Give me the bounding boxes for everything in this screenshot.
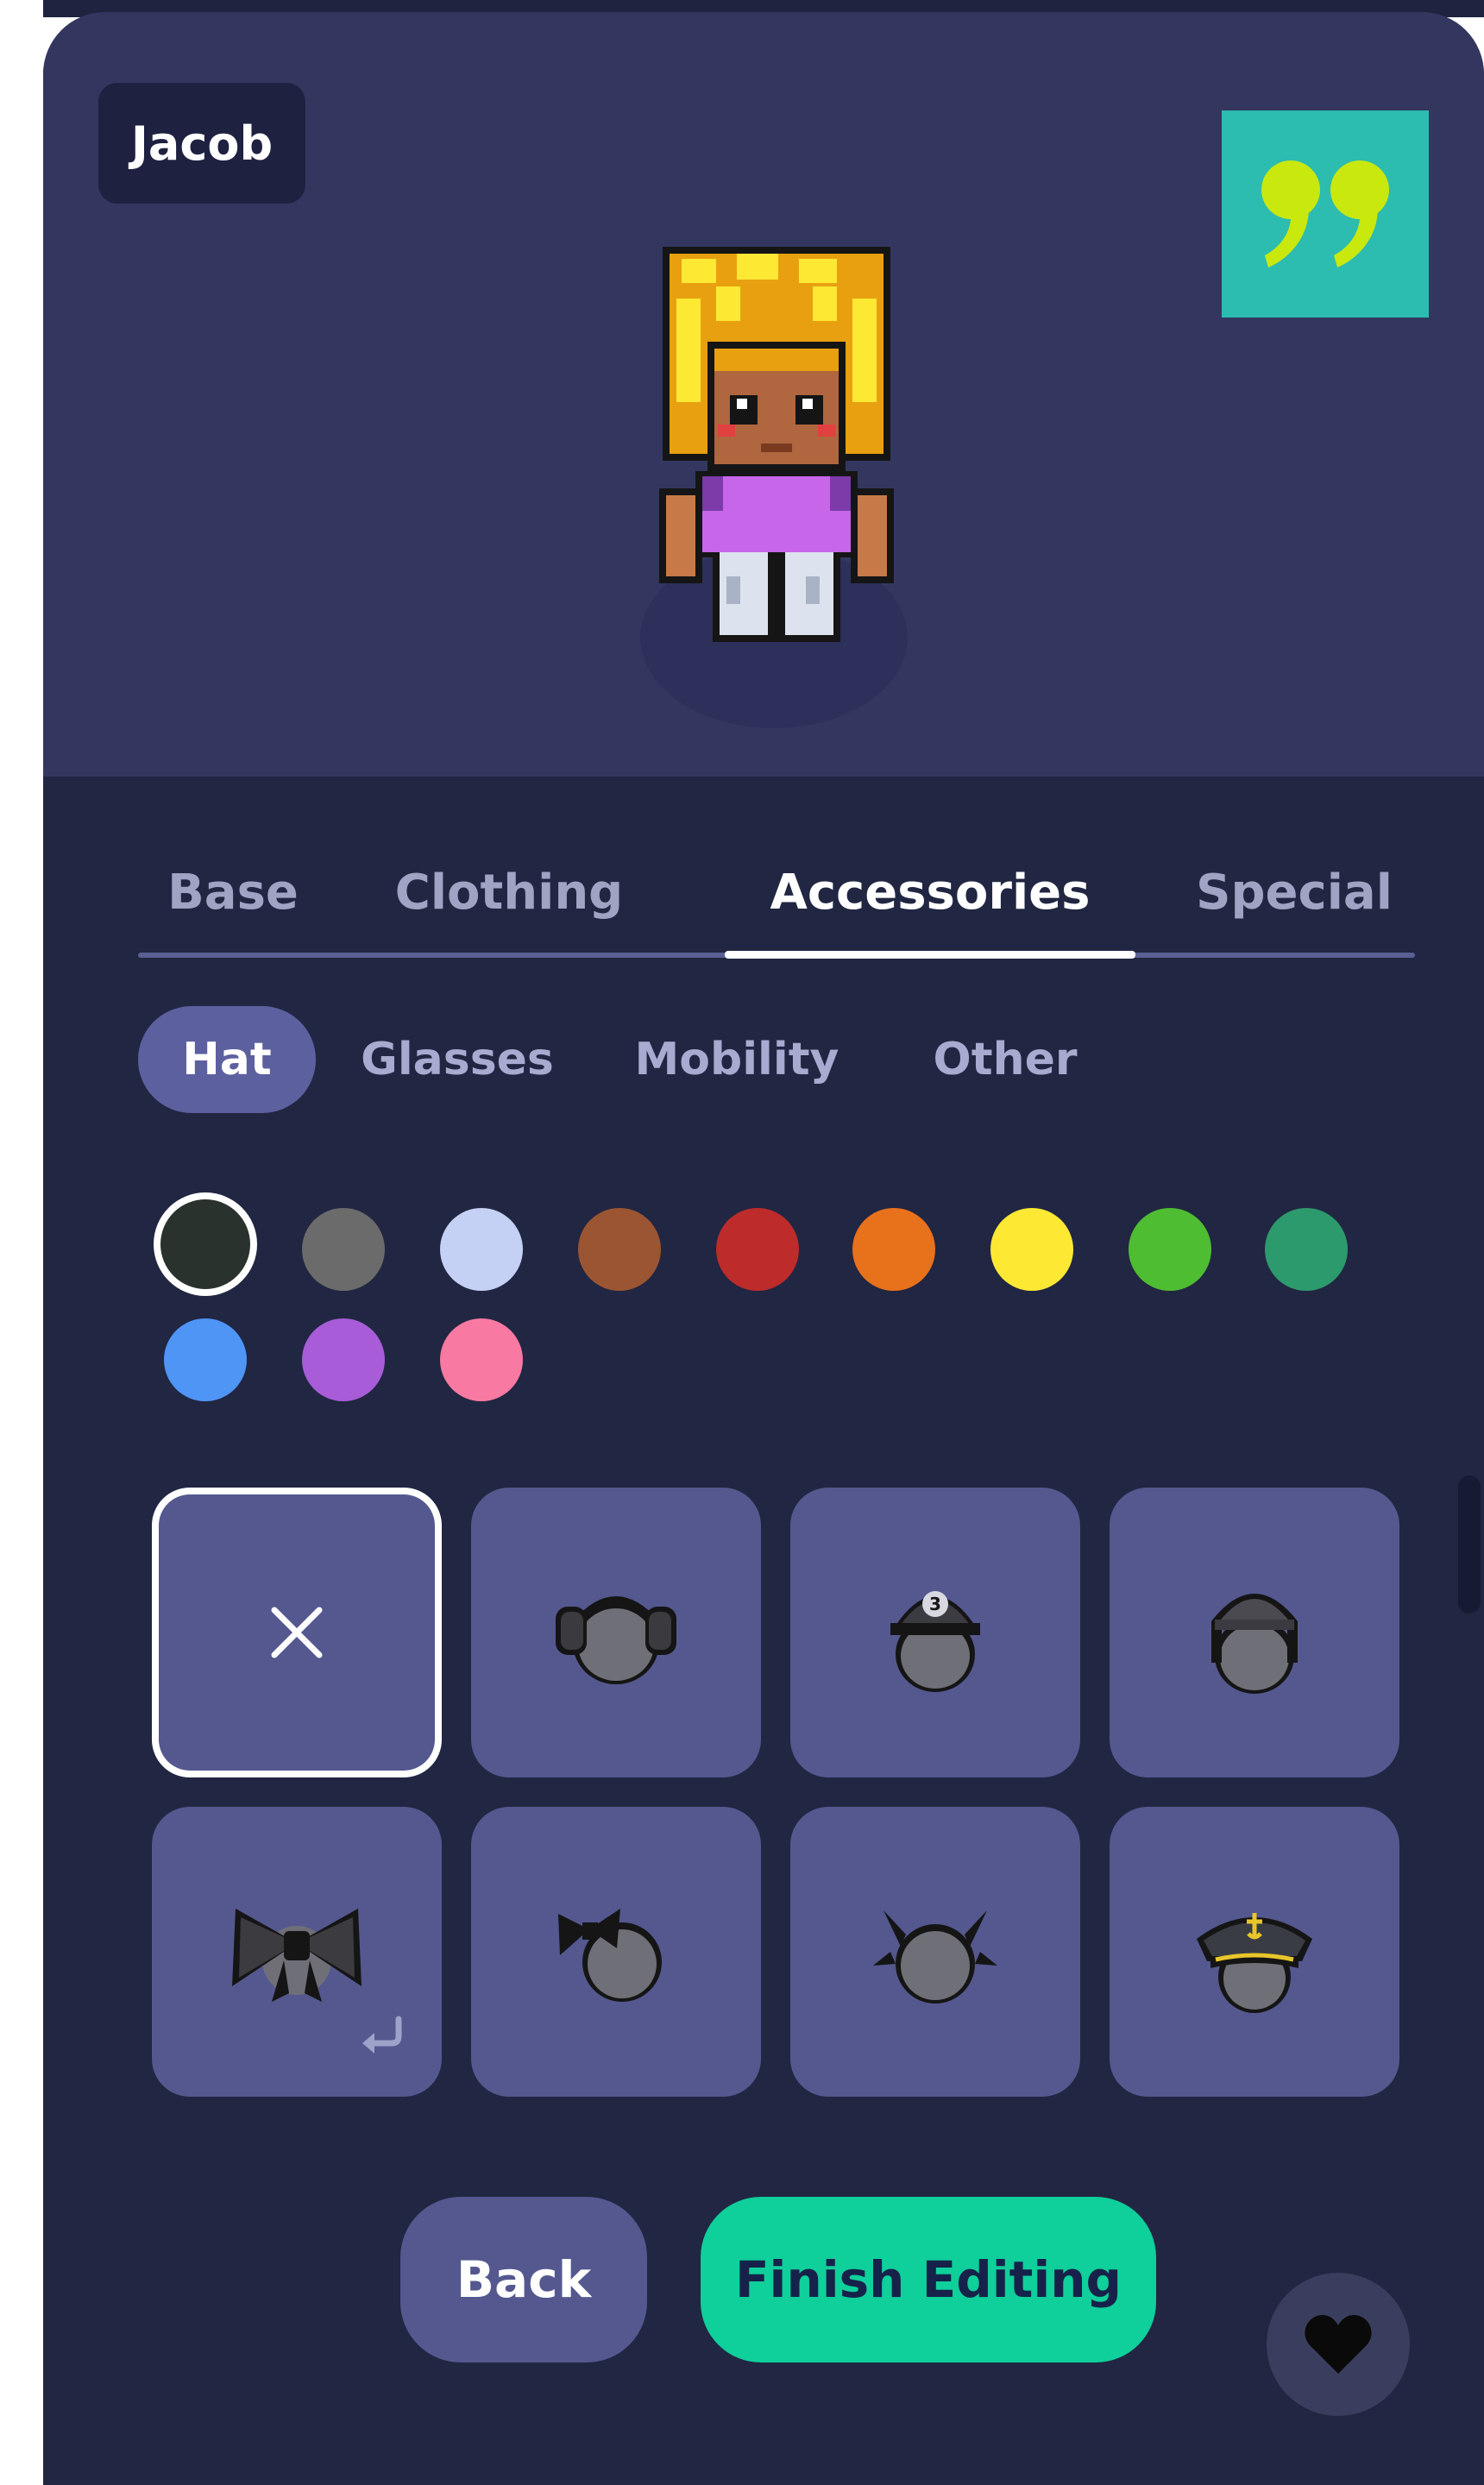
tab-base[interactable]: Base xyxy=(138,840,328,944)
scrollbar-thumb[interactable] xyxy=(1458,1475,1481,1614)
cap-icon: 3 xyxy=(890,1591,980,1692)
hat-option-side-bow[interactable] xyxy=(471,1807,761,2097)
svg-text:3: 3 xyxy=(929,1594,941,1614)
avatar-editor-panel: Jacob Base Clothing Accessories Special … xyxy=(43,12,1484,2485)
side-bow-icon xyxy=(558,1909,662,2002)
hat-option-earmuffs[interactable] xyxy=(471,1488,761,1777)
color-swatch-green[interactable] xyxy=(1129,1208,1211,1291)
close-icon xyxy=(271,1607,323,1658)
beanie-icon xyxy=(1211,1594,1298,1694)
hat-option-horns[interactable] xyxy=(790,1807,1080,2097)
earmuffs-icon xyxy=(556,1596,676,1684)
tab-special[interactable]: Special xyxy=(1173,840,1415,944)
tab-clothing[interactable]: Clothing xyxy=(380,840,638,944)
color-swatch-red[interactable] xyxy=(716,1208,799,1291)
player-name-badge: Jacob xyxy=(98,83,305,204)
finish-editing-button[interactable]: Finish Editing xyxy=(701,2197,1156,2362)
bow-icon xyxy=(232,1909,362,2002)
captain-hat-icon xyxy=(1197,1913,1312,2013)
hat-option-cap[interactable]: 3 xyxy=(790,1488,1080,1777)
subtab-mobility[interactable]: Mobility xyxy=(607,1006,866,1113)
color-swatch-teal[interactable] xyxy=(1265,1208,1348,1291)
color-swatch-light-blue[interactable] xyxy=(440,1208,523,1291)
color-swatch-purple[interactable] xyxy=(302,1318,385,1401)
color-swatch-yellow[interactable] xyxy=(990,1208,1073,1291)
hat-option-none[interactable] xyxy=(152,1488,442,1777)
avatar-preview: Jacob xyxy=(43,12,1484,777)
favorite-button[interactable] xyxy=(1267,2273,1410,2416)
subtab-glasses[interactable]: Glasses xyxy=(345,1006,569,1113)
subtab-hat[interactable]: Hat xyxy=(138,1006,316,1113)
avatar-sprite xyxy=(659,247,894,642)
color-swatch-brown[interactable] xyxy=(578,1208,661,1291)
hat-option-big-bow[interactable] xyxy=(152,1807,442,2097)
heart-icon xyxy=(1305,2315,1372,2374)
hat-option-captain-hat[interactable] xyxy=(1110,1807,1399,2097)
return-arrow-icon xyxy=(362,2016,402,2054)
color-swatch-pink[interactable] xyxy=(440,1318,523,1401)
active-tab-indicator xyxy=(725,951,1135,959)
category-tabs: Base Clothing Accessories Special xyxy=(138,840,1415,961)
color-swatch-blue[interactable] xyxy=(164,1318,247,1401)
back-button[interactable]: Back xyxy=(400,2197,647,2362)
horns-icon xyxy=(873,1910,997,2004)
color-swatch-orange[interactable] xyxy=(852,1208,935,1291)
hat-option-beanie[interactable] xyxy=(1110,1488,1399,1777)
subtab-other[interactable]: Other xyxy=(906,1006,1104,1113)
color-swatch-black[interactable] xyxy=(160,1199,250,1289)
color-swatch-gray[interactable] xyxy=(302,1208,385,1291)
tab-accessories[interactable]: Accessories xyxy=(725,840,1135,944)
quote-button[interactable] xyxy=(1222,110,1429,318)
quote-icon xyxy=(1261,160,1389,267)
